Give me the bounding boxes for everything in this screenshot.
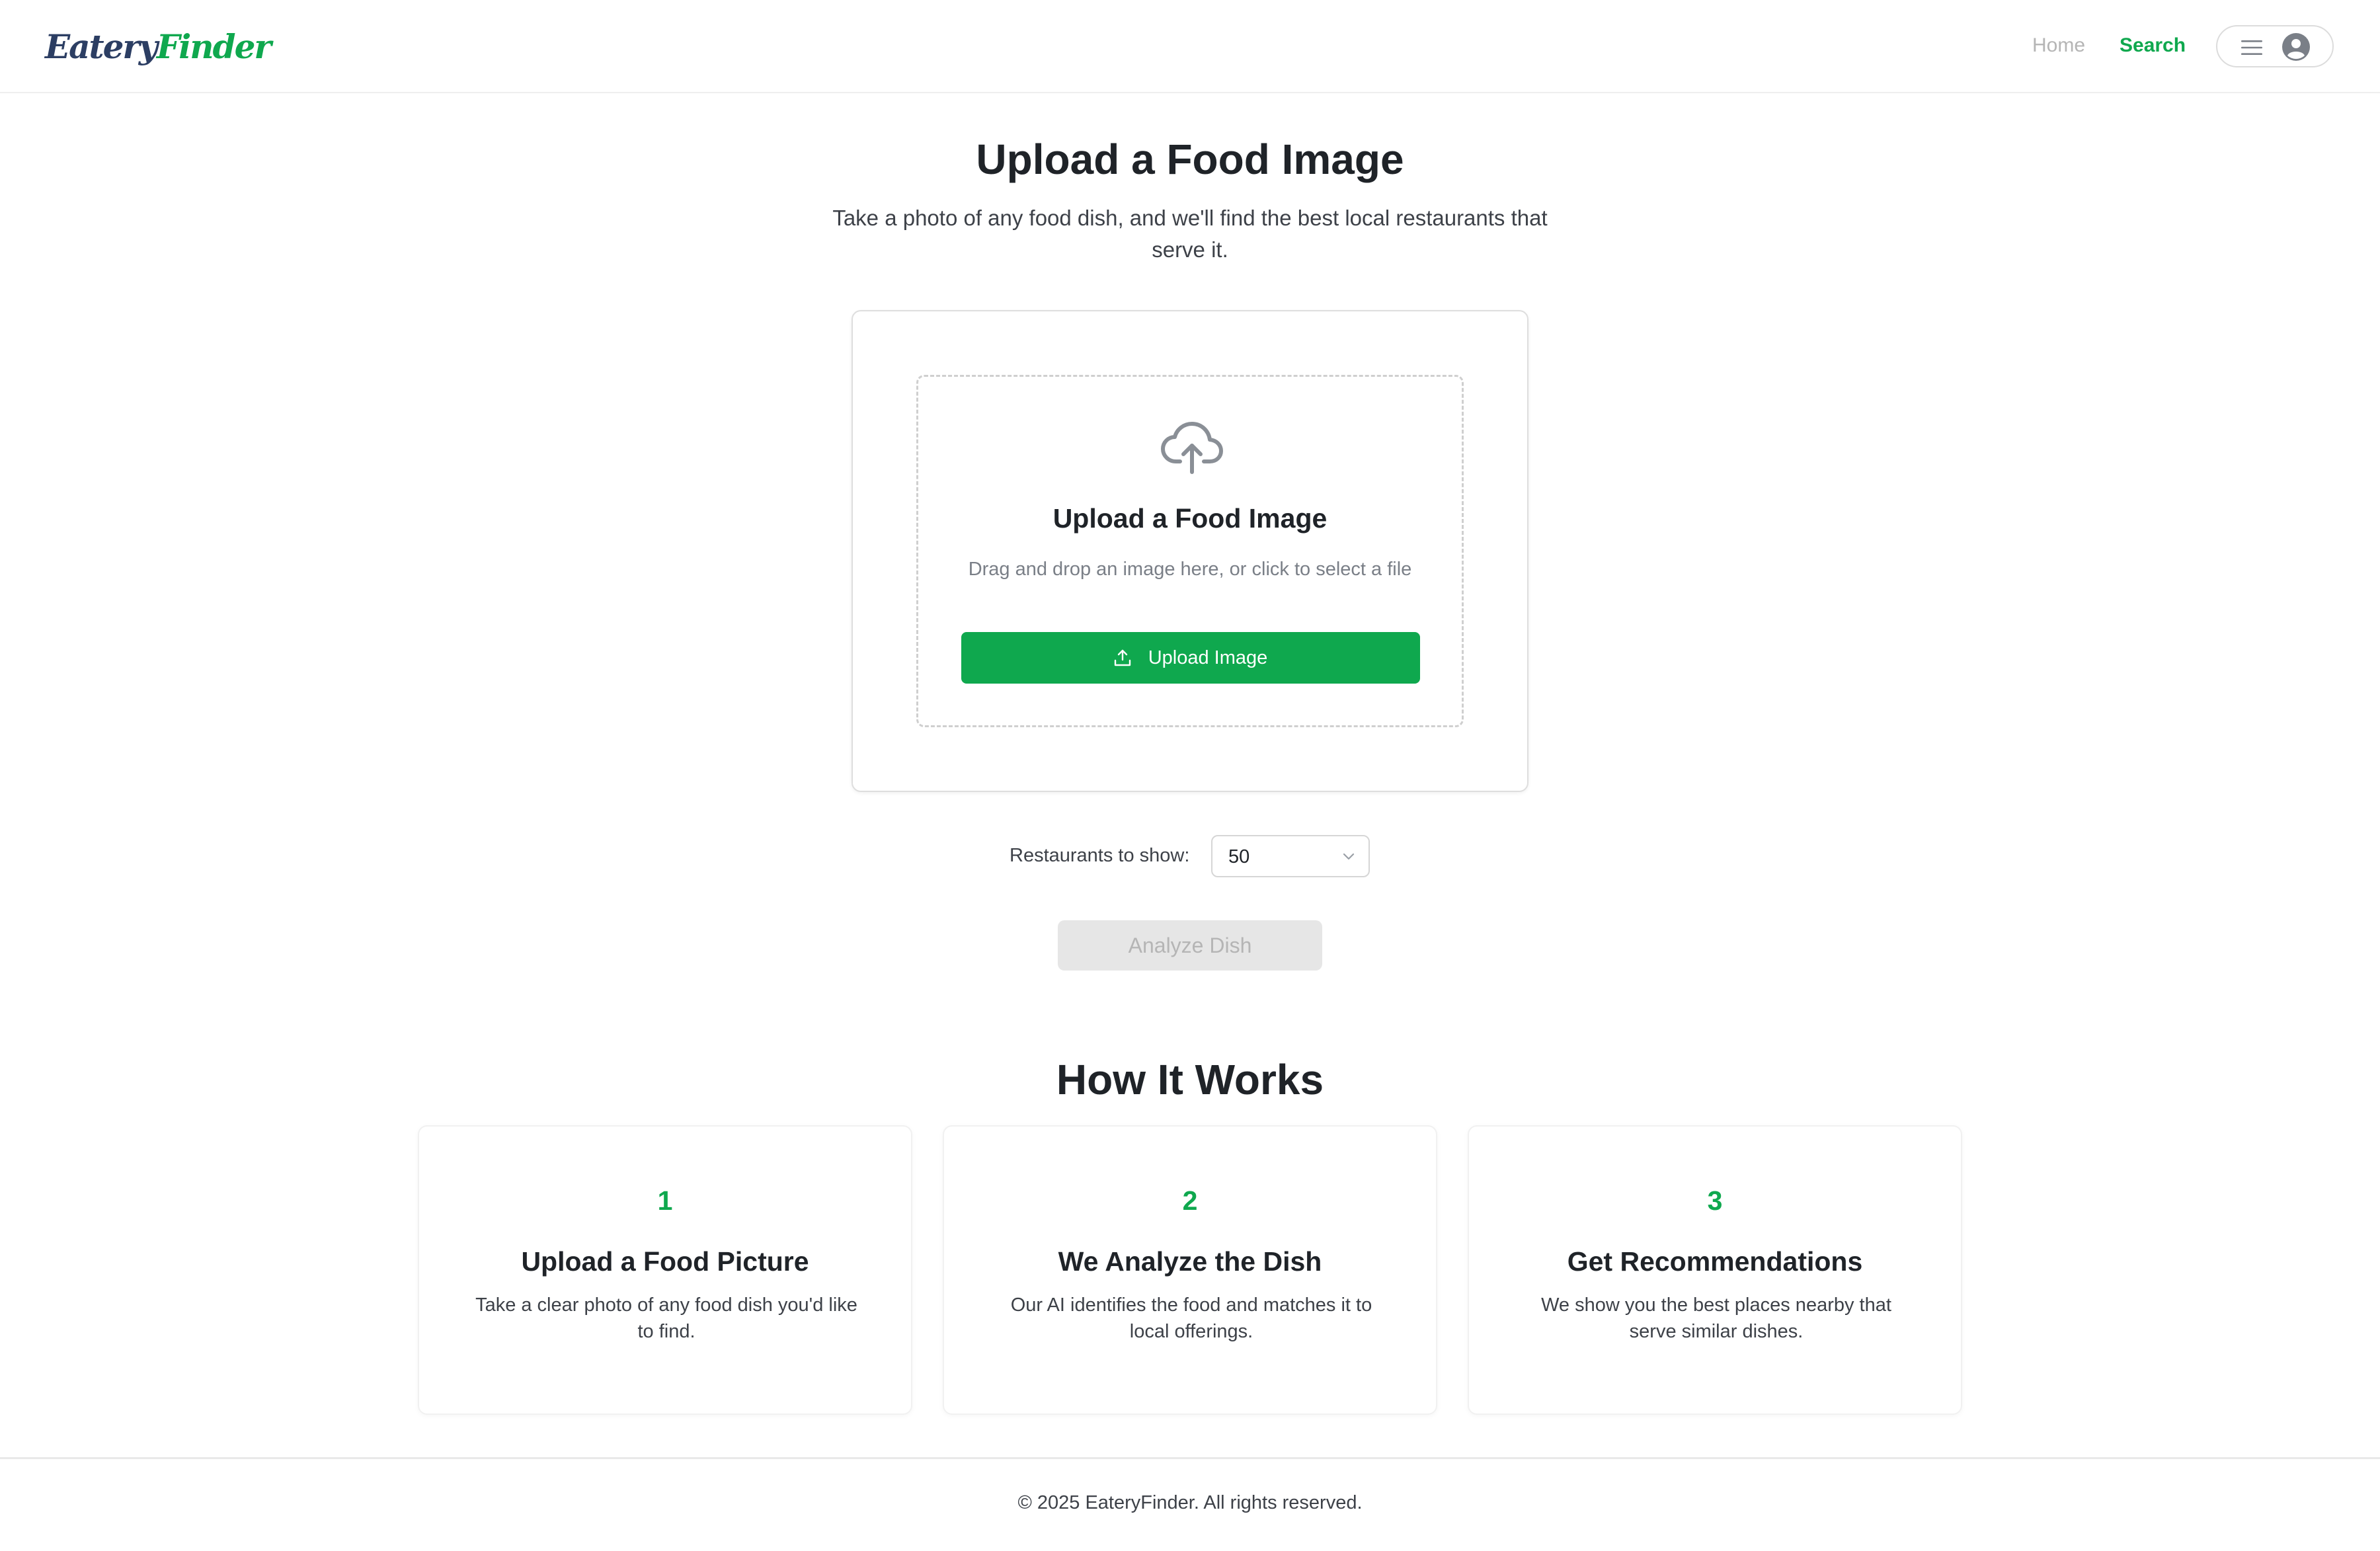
chevron-down-icon — [1343, 853, 1355, 860]
logo-part-eatery: Eatery — [45, 27, 158, 66]
logo-part-finder: Finder — [156, 27, 272, 66]
avatar-icon — [2282, 33, 2310, 61]
restaurants-count-value: 50 — [1228, 846, 1250, 867]
cloud-upload-icon — [1161, 422, 1223, 474]
footer: © 2025 EateryFinder. All rights reserved… — [0, 1457, 2380, 1551]
step-number: 2 — [1182, 1185, 1198, 1216]
step-title: We Analyze the Dish — [1058, 1246, 1322, 1277]
analyze-dish-button[interactable]: Analyze Dish — [1058, 920, 1322, 971]
upload-icon — [1114, 649, 1130, 666]
page-title: Upload a Food Image — [976, 136, 1404, 183]
upload-image-button[interactable]: Upload Image — [961, 632, 1420, 684]
step-description: We show you the best places nearby that … — [1541, 1294, 1891, 1342]
dropzone-hint: Drag and drop an image here, or click to… — [968, 559, 1412, 580]
step-title: Upload a Food Picture — [521, 1246, 809, 1277]
step-description: Our AI identifies the food and matches i… — [1010, 1294, 1372, 1342]
logo[interactable]: EateryFinder — [45, 24, 272, 70]
how-it-works-title: How It Works — [1056, 1056, 1324, 1103]
page-subtitle: Take a photo of any food dish, and we'll… — [832, 206, 1548, 262]
step-number: 1 — [657, 1185, 673, 1216]
restaurants-count-select[interactable]: 50 — [1211, 835, 1370, 877]
user-menu-button[interactable] — [2216, 25, 2334, 67]
step-card-3: 3 Get Recommendations We show you the be… — [1468, 1125, 1962, 1415]
step-title: Get Recommendations — [1567, 1246, 1863, 1277]
step-card-1: 1 Upload a Food Picture Take a clear pho… — [418, 1125, 912, 1415]
nav-search-link[interactable]: Search — [2120, 32, 2186, 60]
dropzone-title: Upload a Food Image — [1052, 503, 1328, 534]
copyright-text: © 2025 EateryFinder. All rights reserved… — [1017, 1492, 1363, 1513]
upload-card: Upload a Food Image Drag and drop an ima… — [852, 310, 1528, 792]
page: EateryFinder Home Search Upload a Food I… — [0, 0, 2380, 1551]
step-description: Take a clear photo of any food dish you'… — [475, 1294, 857, 1342]
upload-button-label: Upload Image — [1148, 647, 1268, 668]
top-nav-bar: EateryFinder Home Search — [0, 0, 2380, 93]
image-dropzone[interactable]: Upload a Food Image Drag and drop an ima… — [916, 375, 1464, 727]
step-number: 3 — [1707, 1185, 1723, 1216]
nav-home-link[interactable]: Home — [2032, 32, 2085, 60]
step-card-2: 2 We Analyze the Dish Our AI identifies … — [943, 1125, 1437, 1415]
menu-icon — [2241, 40, 2262, 55]
restaurants-count-label: Restaurants to show: — [1010, 845, 1190, 866]
